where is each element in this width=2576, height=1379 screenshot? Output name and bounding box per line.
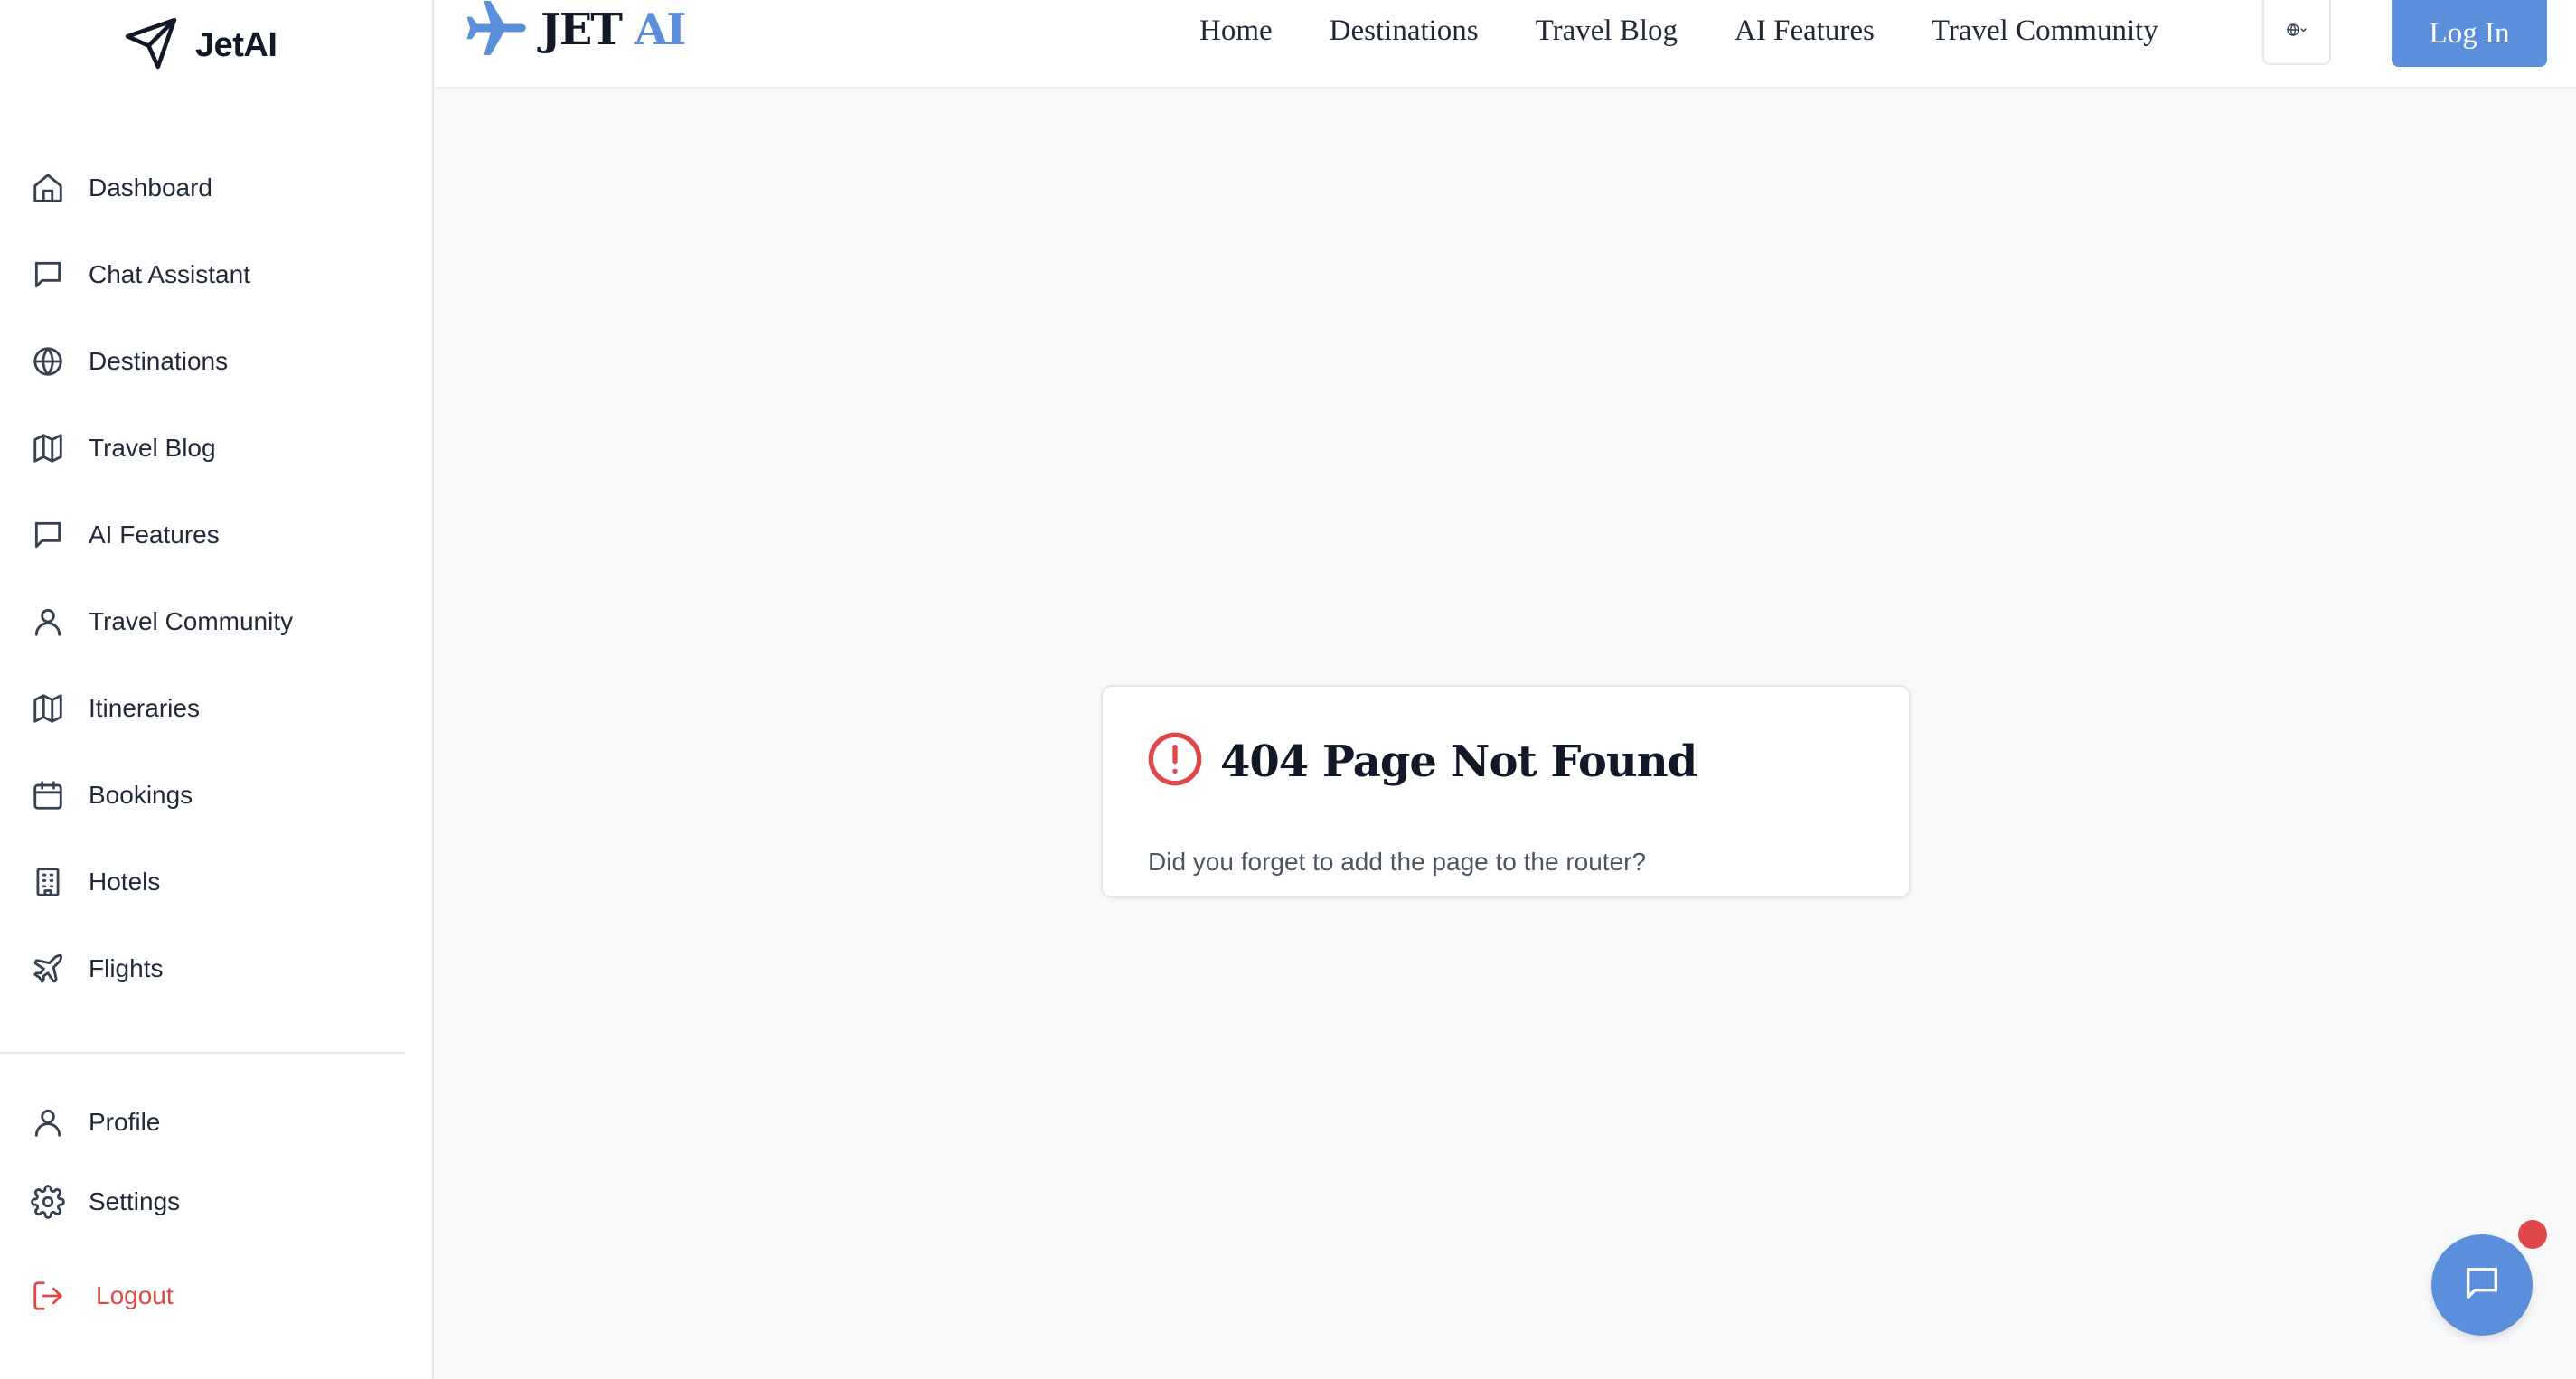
logout-icon — [31, 1279, 65, 1313]
logo-jet-text: JET — [541, 5, 623, 55]
sidebar: JetAI Dashboard Chat Assistant Destinati… — [0, 0, 434, 1379]
top-header: JET AI Home Destinations Travel Blog AI … — [436, 0, 2576, 89]
building-icon — [31, 865, 65, 899]
site-logo[interactable]: JET AI — [463, 0, 687, 62]
sidebar-item-profile[interactable]: Profile — [0, 1083, 434, 1162]
top-nav-home[interactable]: Home — [1199, 14, 1273, 48]
calendar-icon — [31, 778, 65, 812]
sidebar-item-travel-blog[interactable]: Travel Blog — [0, 405, 434, 492]
chat-icon — [31, 258, 65, 292]
sidebar-item-dashboard[interactable]: Dashboard — [0, 145, 434, 231]
notification-dot — [2518, 1220, 2547, 1249]
home-icon — [31, 171, 65, 205]
globe-icon — [31, 344, 65, 379]
sidebar-item-destinations[interactable]: Destinations — [0, 318, 434, 405]
top-nav-travel-blog[interactable]: Travel Blog — [1536, 14, 1678, 48]
error-message: Did you forget to add the page to the ro… — [1148, 848, 1647, 876]
sidebar-item-label: Itineraries — [89, 694, 200, 722]
chat-icon — [2461, 1262, 2503, 1309]
gear-icon — [31, 1185, 65, 1219]
plane-icon — [31, 952, 65, 986]
sidebar-item-label: Flights — [89, 954, 164, 982]
sidebar-item-chat-assistant[interactable]: Chat Assistant — [0, 231, 434, 318]
login-button[interactable]: Log In — [2392, 0, 2547, 67]
logout-button[interactable]: Logout — [0, 1256, 434, 1336]
chat-fab-button[interactable] — [2431, 1234, 2533, 1336]
sidebar-item-bookings[interactable]: Bookings — [0, 752, 434, 839]
sidebar-item-ai-features[interactable]: AI Features — [0, 492, 434, 578]
sidebar-nav: Dashboard Chat Assistant Destinations Tr… — [0, 145, 434, 1012]
error-title: 404 Page Not Found — [1220, 736, 1697, 787]
sidebar-brand[interactable]: JetAI — [123, 16, 277, 74]
sidebar-item-label: Bookings — [89, 781, 193, 809]
error-card: 404 Page Not Found Did you forget to add… — [1101, 685, 1911, 898]
sidebar-item-itineraries[interactable]: Itineraries — [0, 665, 434, 752]
top-nav: Home Destinations Travel Blog AI Feature… — [1199, 0, 2158, 61]
top-nav-ai-features[interactable]: AI Features — [1735, 14, 1875, 48]
sidebar-item-settings[interactable]: Settings — [0, 1162, 434, 1242]
logo-ai-text: AI — [634, 5, 687, 55]
sidebar-bottom-nav: Profile Settings Logout — [0, 1083, 434, 1336]
map-icon — [31, 691, 65, 726]
sidebar-item-label: Travel Blog — [89, 434, 216, 462]
sidebar-item-label: Profile — [89, 1108, 161, 1136]
sidebar-item-label: Settings — [89, 1187, 181, 1215]
sidebar-divider — [0, 1052, 405, 1054]
logout-label: Logout — [96, 1281, 174, 1309]
sidebar-item-label: Hotels — [89, 868, 161, 896]
sidebar-item-travel-community[interactable]: Travel Community — [0, 578, 434, 665]
alert-circle-icon — [1146, 730, 1204, 793]
sidebar-item-label: Chat Assistant — [89, 260, 250, 288]
sidebar-item-hotels[interactable]: Hotels — [0, 839, 434, 925]
error-card-header: 404 Page Not Found — [1146, 730, 1697, 793]
map-icon — [31, 431, 65, 465]
user-icon — [31, 605, 65, 639]
globe-chevron-icon — [2286, 21, 2308, 43]
sidebar-item-label: AI Features — [89, 521, 220, 549]
sidebar-item-label: Dashboard — [89, 174, 212, 202]
language-selector[interactable] — [2262, 0, 2331, 65]
chat-icon — [31, 518, 65, 552]
top-nav-destinations[interactable]: Destinations — [1330, 14, 1479, 48]
user-icon — [31, 1105, 65, 1140]
sidebar-item-flights[interactable]: Flights — [0, 925, 434, 1012]
brand-name: JetAI — [195, 25, 277, 64]
airplane-icon — [463, 0, 528, 62]
send-icon — [123, 15, 179, 76]
sidebar-item-label: Destinations — [89, 347, 229, 375]
sidebar-item-label: Travel Community — [89, 607, 294, 635]
top-nav-travel-community[interactable]: Travel Community — [1932, 14, 2158, 48]
